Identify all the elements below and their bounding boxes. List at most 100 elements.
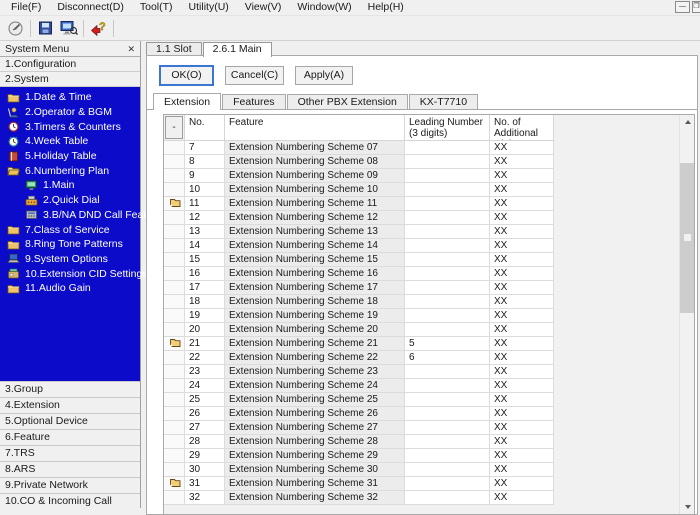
row-copy-cell[interactable]: [164, 393, 185, 407]
additional-digits-cell[interactable]: XX: [490, 351, 554, 365]
row-copy-cell[interactable]: [164, 281, 185, 295]
additional-digits-cell[interactable]: XX: [490, 155, 554, 169]
row-copy-cell[interactable]: [164, 365, 185, 379]
additional-digits-cell[interactable]: XX: [490, 421, 554, 435]
row-copy-cell[interactable]: [164, 239, 185, 253]
row-copy-cell[interactable]: [164, 477, 185, 491]
additional-digits-cell[interactable]: XX: [490, 365, 554, 379]
leading-number-cell[interactable]: [405, 169, 490, 183]
scrollbar-thumb[interactable]: [680, 163, 695, 313]
additional-digits-cell[interactable]: XX: [490, 211, 554, 225]
leading-number-cell[interactable]: [405, 211, 490, 225]
save-icon[interactable]: [34, 18, 57, 39]
select-all-button[interactable]: -: [165, 116, 183, 139]
leading-number-cell[interactable]: [405, 435, 490, 449]
additional-digits-cell[interactable]: XX: [490, 323, 554, 337]
leading-number-cell[interactable]: [405, 449, 490, 463]
tree-item-7-class-of-service[interactable]: 7.Class of Service: [0, 222, 140, 237]
leading-number-cell[interactable]: [405, 393, 490, 407]
leading-number-cell[interactable]: [405, 183, 490, 197]
gauge-icon[interactable]: [4, 18, 27, 39]
sidebar-item-5-optional-device[interactable]: 5.Optional Device: [0, 413, 140, 429]
tree-item-3-b-na-dnd-call-feature[interactable]: 3.B/NA DND Call Feature: [0, 208, 140, 223]
additional-digits-cell[interactable]: XX: [490, 463, 554, 477]
leading-number-cell[interactable]: [405, 295, 490, 309]
tree-item-1-main[interactable]: 1.Main: [0, 178, 140, 193]
monitor-search-icon[interactable]: [57, 18, 80, 39]
scroll-down-button[interactable]: [680, 500, 695, 514]
row-copy-cell[interactable]: [164, 421, 185, 435]
additional-digits-cell[interactable]: XX: [490, 379, 554, 393]
row-copy-cell[interactable]: [164, 309, 185, 323]
tree-item-2-quick-dial[interactable]: 2.Quick Dial: [0, 193, 140, 208]
row-copy-cell[interactable]: [164, 183, 185, 197]
leading-number-cell[interactable]: [405, 253, 490, 267]
sidebar-item-2-system[interactable]: 2.System: [0, 72, 140, 87]
tree-item-2-operator-bgm[interactable]: 2.Operator & BGM: [0, 105, 140, 120]
row-copy-cell[interactable]: [164, 323, 185, 337]
row-copy-cell[interactable]: [164, 225, 185, 239]
row-copy-cell[interactable]: [164, 253, 185, 267]
tree-item-10-extension-cid-settings[interactable]: 10.Extension CID Settings: [0, 266, 140, 281]
additional-digits-cell[interactable]: XX: [490, 477, 554, 491]
row-copy-cell[interactable]: [164, 379, 185, 393]
leading-number-cell[interactable]: [405, 309, 490, 323]
additional-digits-cell[interactable]: XX: [490, 295, 554, 309]
menu-item-view-v[interactable]: View(V): [237, 0, 290, 15]
leading-number-cell[interactable]: [405, 463, 490, 477]
menu-item-utility-u[interactable]: Utility(U): [181, 0, 237, 15]
leading-number-cell[interactable]: [405, 239, 490, 253]
leading-number-cell[interactable]: [405, 477, 490, 491]
tab-other-pbx-extension[interactable]: Other PBX Extension: [287, 94, 408, 109]
leading-number-cell[interactable]: [405, 407, 490, 421]
leading-number-cell[interactable]: [405, 225, 490, 239]
leading-number-cell[interactable]: [405, 323, 490, 337]
leading-number-cell[interactable]: 5: [405, 337, 490, 351]
sidebar-item-3-group[interactable]: 3.Group: [0, 381, 140, 397]
row-copy-cell[interactable]: [164, 155, 185, 169]
cancel-button[interactable]: Cancel(C): [225, 66, 284, 85]
additional-digits-cell[interactable]: XX: [490, 491, 554, 505]
menu-item-window-w[interactable]: Window(W): [289, 0, 359, 15]
leading-number-cell[interactable]: [405, 281, 490, 295]
additional-digits-cell[interactable]: XX: [490, 435, 554, 449]
additional-digits-cell[interactable]: XX: [490, 449, 554, 463]
leading-number-cell[interactable]: [405, 421, 490, 435]
additional-digits-cell[interactable]: XX: [490, 169, 554, 183]
row-copy-cell[interactable]: [164, 267, 185, 281]
leading-number-cell[interactable]: [405, 141, 490, 155]
tree-item-11-audio-gain[interactable]: 11.Audio Gain: [0, 281, 140, 296]
additional-digits-cell[interactable]: XX: [490, 281, 554, 295]
leading-number-cell[interactable]: [405, 491, 490, 505]
tree-item-4-week-table[interactable]: 4.Week Table: [0, 134, 140, 149]
menu-item-help-h[interactable]: Help(H): [360, 0, 412, 15]
row-copy-cell[interactable]: [164, 351, 185, 365]
vertical-scrollbar[interactable]: [679, 115, 694, 514]
sidebar-item-1-configuration[interactable]: 1.Configuration: [0, 57, 140, 72]
sidebar-item-8-ars[interactable]: 8.ARS: [0, 461, 140, 477]
row-copy-cell[interactable]: [164, 449, 185, 463]
additional-digits-cell[interactable]: XX: [490, 183, 554, 197]
close-icon[interactable]: ✕: [127, 44, 135, 54]
leading-number-cell[interactable]: [405, 365, 490, 379]
row-copy-cell[interactable]: [164, 211, 185, 225]
row-copy-cell[interactable]: [164, 169, 185, 183]
scroll-up-button[interactable]: [680, 115, 695, 129]
row-copy-cell[interactable]: [164, 141, 185, 155]
apply-button[interactable]: Apply(A): [295, 66, 353, 85]
leading-number-cell[interactable]: 6: [405, 351, 490, 365]
row-copy-cell[interactable]: [164, 407, 185, 421]
minimize-button[interactable]: —: [675, 1, 690, 13]
tree-item-1-date-time[interactable]: 1.Date & Time: [0, 90, 140, 105]
sidebar-item-6-feature[interactable]: 6.Feature: [0, 429, 140, 445]
leading-number-cell[interactable]: [405, 379, 490, 393]
menu-item-tool-t[interactable]: Tool(T): [132, 0, 181, 15]
additional-digits-cell[interactable]: XX: [490, 239, 554, 253]
additional-digits-cell[interactable]: XX: [490, 393, 554, 407]
leading-number-cell[interactable]: [405, 197, 490, 211]
tab-kx-t7710[interactable]: KX-T7710: [409, 94, 478, 109]
tab-2-6-1-main[interactable]: 2.6.1 Main: [203, 42, 272, 57]
sidebar-item-7-trs[interactable]: 7.TRS: [0, 445, 140, 461]
leading-number-cell[interactable]: [405, 267, 490, 281]
tree-item-5-holiday-table[interactable]: 5.Holiday Table: [0, 149, 140, 164]
